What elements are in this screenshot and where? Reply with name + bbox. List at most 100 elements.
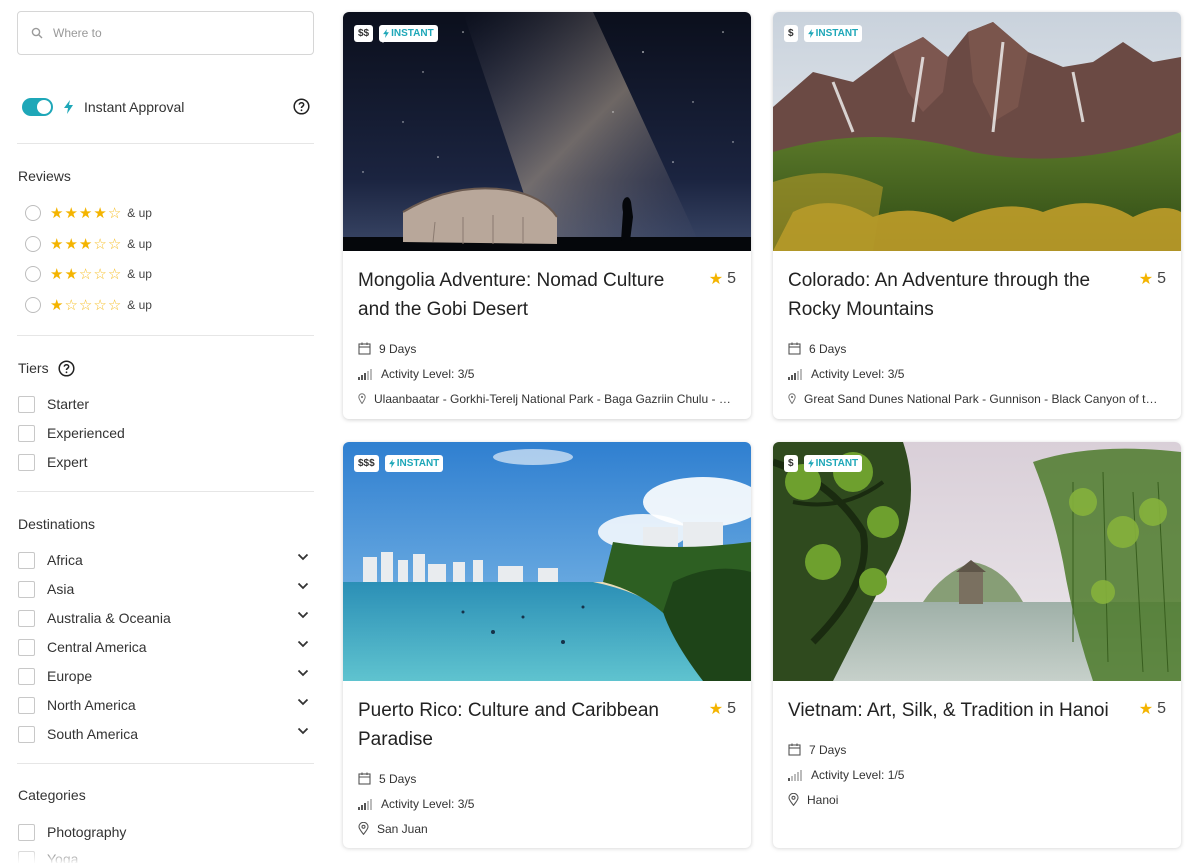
- star-empty-icon: ☆: [93, 296, 107, 314]
- trip-image[interactable]: $$ INSTANT: [343, 12, 751, 251]
- trip-card[interactable]: $ INSTANT Vietnam: Art, Silk, & Traditio…: [773, 442, 1181, 848]
- trip-activity: Activity Level: 3/5: [358, 791, 736, 816]
- trip-title[interactable]: Vietnam: Art, Silk, & Tradition in Hanoi: [788, 696, 1118, 725]
- checkbox[interactable]: [18, 551, 35, 569]
- checkbox[interactable]: [18, 424, 35, 442]
- trip-card[interactable]: $$$ INSTANT Puerto Rico: Culture and Car…: [343, 442, 751, 848]
- trip-location: San Juan: [358, 816, 736, 841]
- destination-label: Asia: [47, 581, 75, 597]
- radio-button[interactable]: [25, 236, 41, 252]
- destination-option-europe[interactable]: Europe: [18, 666, 313, 686]
- checkbox[interactable]: [18, 823, 35, 841]
- star-filled-icon: ★: [1138, 701, 1154, 718]
- checkbox[interactable]: [18, 667, 35, 685]
- rating-value: 5: [1157, 270, 1166, 287]
- divider: [17, 763, 314, 764]
- star-filled-icon: ★: [708, 271, 724, 288]
- trip-activity: Activity Level: 3/5: [358, 361, 736, 386]
- search-box[interactable]: [17, 11, 314, 55]
- instant-badge: INSTANT: [384, 455, 444, 472]
- chevron-down-icon[interactable]: [297, 727, 309, 735]
- instant-badge-label: INSTANT: [815, 458, 859, 469]
- signal-bars-icon: [358, 368, 372, 380]
- lightning-icon: [64, 100, 73, 114]
- lightning-icon: [383, 29, 390, 38]
- activity-text: Activity Level: 3/5: [381, 796, 475, 811]
- trip-rating: ★ 5: [1139, 269, 1166, 289]
- trip-title[interactable]: Puerto Rico: Culture and Caribbean Parad…: [358, 696, 688, 754]
- chevron-down-icon[interactable]: [297, 553, 309, 561]
- radio-button[interactable]: [25, 205, 41, 221]
- destination-option-south-america[interactable]: South America: [18, 724, 313, 744]
- destination-label: Australia & Oceania: [47, 610, 171, 626]
- checkbox[interactable]: [18, 609, 35, 627]
- destination-option-north-america[interactable]: North America: [18, 695, 313, 715]
- review-option-4[interactable]: ★ ★ ★ ★ ☆ & up: [25, 204, 152, 222]
- tier-option-experienced[interactable]: Experienced: [18, 423, 313, 443]
- destination-option-central-america[interactable]: Central America: [18, 637, 313, 657]
- trip-duration: 6 Days: [788, 336, 1166, 361]
- chevron-down-icon[interactable]: [297, 582, 309, 590]
- checkbox[interactable]: [18, 638, 35, 656]
- checkbox[interactable]: [18, 850, 35, 863]
- tier-label: Expert: [47, 454, 88, 470]
- trip-image[interactable]: $ INSTANT: [773, 12, 1181, 251]
- trip-image[interactable]: $ INSTANT: [773, 442, 1181, 681]
- trip-card[interactable]: $$ INSTANT Mongolia Adventure: Nomad Cul…: [343, 12, 751, 419]
- star-rating: ★ ★ ☆ ☆ ☆: [50, 267, 121, 282]
- tier-label: Experienced: [47, 425, 125, 441]
- star-filled-icon: ★: [64, 235, 78, 253]
- and-up-label: & up: [127, 237, 152, 251]
- search-icon: [31, 27, 43, 39]
- star-rating: ★ ★ ★ ★ ☆: [50, 206, 121, 221]
- destination-label: North America: [47, 697, 136, 713]
- destinations-title: Destinations: [18, 516, 96, 532]
- help-icon[interactable]: [58, 360, 75, 377]
- category-option-yoga[interactable]: Yoga: [18, 849, 313, 863]
- destination-option-asia[interactable]: Asia: [18, 579, 313, 599]
- lightning-icon: [807, 459, 814, 468]
- location-text: Hanoi: [807, 792, 839, 807]
- review-option-1[interactable]: ★ ☆ ☆ ☆ ☆ & up: [25, 296, 152, 314]
- location-pin-icon: [358, 822, 369, 835]
- chevron-down-icon[interactable]: [297, 611, 309, 619]
- and-up-label: & up: [127, 298, 152, 312]
- checkbox[interactable]: [18, 725, 35, 743]
- destination-label: Europe: [47, 668, 93, 684]
- trip-title[interactable]: Mongolia Adventure: Nomad Culture and th…: [358, 266, 688, 324]
- calendar-icon: [358, 772, 371, 785]
- destination-option-africa[interactable]: Africa: [18, 550, 313, 570]
- trip-card[interactable]: $ INSTANT Colorado: An Adventure through…: [773, 12, 1181, 419]
- radio-button[interactable]: [25, 297, 41, 313]
- destination-option-australia-oceania[interactable]: Australia & Oceania: [18, 608, 313, 628]
- help-icon[interactable]: [293, 98, 310, 115]
- category-option-photography[interactable]: Photography: [18, 822, 313, 842]
- chevron-down-icon[interactable]: [297, 640, 309, 648]
- star-empty-icon: ☆: [107, 235, 122, 253]
- radio-button[interactable]: [25, 266, 41, 282]
- search-input[interactable]: [53, 26, 283, 40]
- instant-badge: INSTANT: [803, 25, 863, 42]
- star-filled-icon: ★: [50, 265, 64, 283]
- destination-label: Africa: [47, 552, 83, 568]
- tier-option-expert[interactable]: Expert: [18, 452, 313, 472]
- review-option-3[interactable]: ★ ★ ★ ☆ ☆ & up: [25, 235, 152, 253]
- tier-option-starter[interactable]: Starter: [18, 394, 313, 414]
- trip-title[interactable]: Colorado: An Adventure through the Rocky…: [788, 266, 1118, 324]
- chevron-down-icon[interactable]: [297, 698, 309, 706]
- signal-bars-icon: [358, 798, 372, 810]
- star-rating: ★ ★ ★ ☆ ☆: [50, 237, 121, 252]
- instant-approval-toggle[interactable]: [22, 98, 53, 116]
- checkbox[interactable]: [18, 580, 35, 598]
- checkbox[interactable]: [18, 453, 35, 471]
- duration-text: 7 Days: [809, 742, 847, 757]
- review-option-2[interactable]: ★ ★ ☆ ☆ ☆ & up: [25, 265, 152, 283]
- trip-image[interactable]: $$$ INSTANT: [343, 442, 751, 681]
- instant-badge-label: INSTANT: [391, 28, 434, 39]
- calendar-icon: [788, 342, 801, 355]
- trip-location: Great Sand Dunes National Park - Gunniso…: [788, 386, 1166, 411]
- checkbox[interactable]: [18, 696, 35, 714]
- rating-value: 5: [727, 270, 736, 287]
- checkbox[interactable]: [18, 395, 35, 413]
- chevron-down-icon[interactable]: [297, 669, 309, 677]
